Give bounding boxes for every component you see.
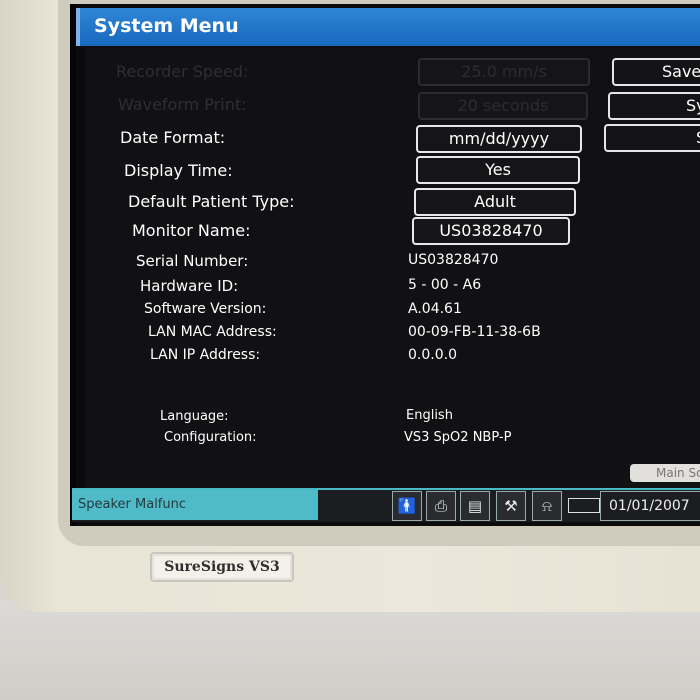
display-icon[interactable]: ▤ [460, 491, 490, 521]
device-brand-label: SureSigns VS3 [150, 552, 294, 582]
default-patient-type-label: Default Patient Type: [128, 192, 295, 211]
main-screen-tab[interactable]: Main Sc [630, 464, 700, 482]
monitor-screen: System Menu Recorder Speed: 25.0 mm/s Wa… [70, 4, 700, 526]
monitor-name-label: Monitor Name: [132, 221, 251, 240]
recorder-speed-button: 25.0 mm/s [418, 58, 590, 86]
table-surface [0, 600, 700, 700]
status-bar: Speaker Malfunc 🚹 ⎙ ▤ ⚒ ⍾ 01/01/2007 [72, 488, 700, 522]
lan-ip-address-label: LAN IP Address: [150, 347, 261, 363]
display-time-label: Display Time: [124, 161, 233, 180]
waveform-print-label: Waveform Print: [118, 95, 247, 114]
system-button[interactable]: Sys [608, 92, 700, 120]
third-side-button[interactable]: S [604, 124, 700, 152]
software-version-value: A.04.61 [408, 301, 462, 317]
serial-number-label: Serial Number: [136, 252, 249, 270]
system-menu-panel: Recorder Speed: 25.0 mm/s Waveform Print… [86, 48, 700, 488]
save-button[interactable]: Save [612, 58, 700, 86]
window-titlebar: System Menu [76, 8, 700, 46]
window-title: System Menu [94, 15, 239, 37]
wrench-icon[interactable]: ⚒ [496, 491, 526, 521]
printer-icon[interactable]: ⎙ [426, 491, 456, 521]
date-format-label: Date Format: [120, 128, 226, 147]
waveform-print-button: 20 seconds [418, 92, 588, 120]
lan-mac-address-label: LAN MAC Address: [148, 324, 277, 340]
recorder-speed-label: Recorder Speed: [116, 62, 249, 81]
configuration-label: Configuration: [164, 430, 257, 445]
default-patient-type-button[interactable]: Adult [414, 188, 576, 216]
date-format-button[interactable]: mm/dd/yyyy [416, 125, 582, 153]
lan-mac-address-value: 00-09-FB-11-38-6B [408, 324, 541, 340]
serial-number-value: US03828470 [408, 252, 499, 268]
status-date: 01/01/2007 [600, 491, 700, 521]
monitor-name-button[interactable]: US03828470 [412, 217, 570, 245]
display-time-button[interactable]: Yes [416, 156, 580, 184]
configuration-value: VS3 SpO2 NBP-P [404, 430, 512, 445]
hardware-id-label: Hardware ID: [140, 277, 239, 295]
bell-icon[interactable]: ⍾ [532, 491, 562, 521]
alarm-message[interactable]: Speaker Malfunc [72, 490, 318, 520]
hardware-id-value: 5 - 00 - A6 [408, 277, 482, 293]
software-version-label: Software Version: [144, 301, 267, 317]
battery-icon [568, 498, 603, 513]
language-value: English [406, 408, 453, 423]
lan-ip-address-value: 0.0.0.0 [408, 347, 457, 363]
language-label: Language: [160, 409, 229, 424]
person-icon[interactable]: 🚹 [392, 491, 422, 521]
